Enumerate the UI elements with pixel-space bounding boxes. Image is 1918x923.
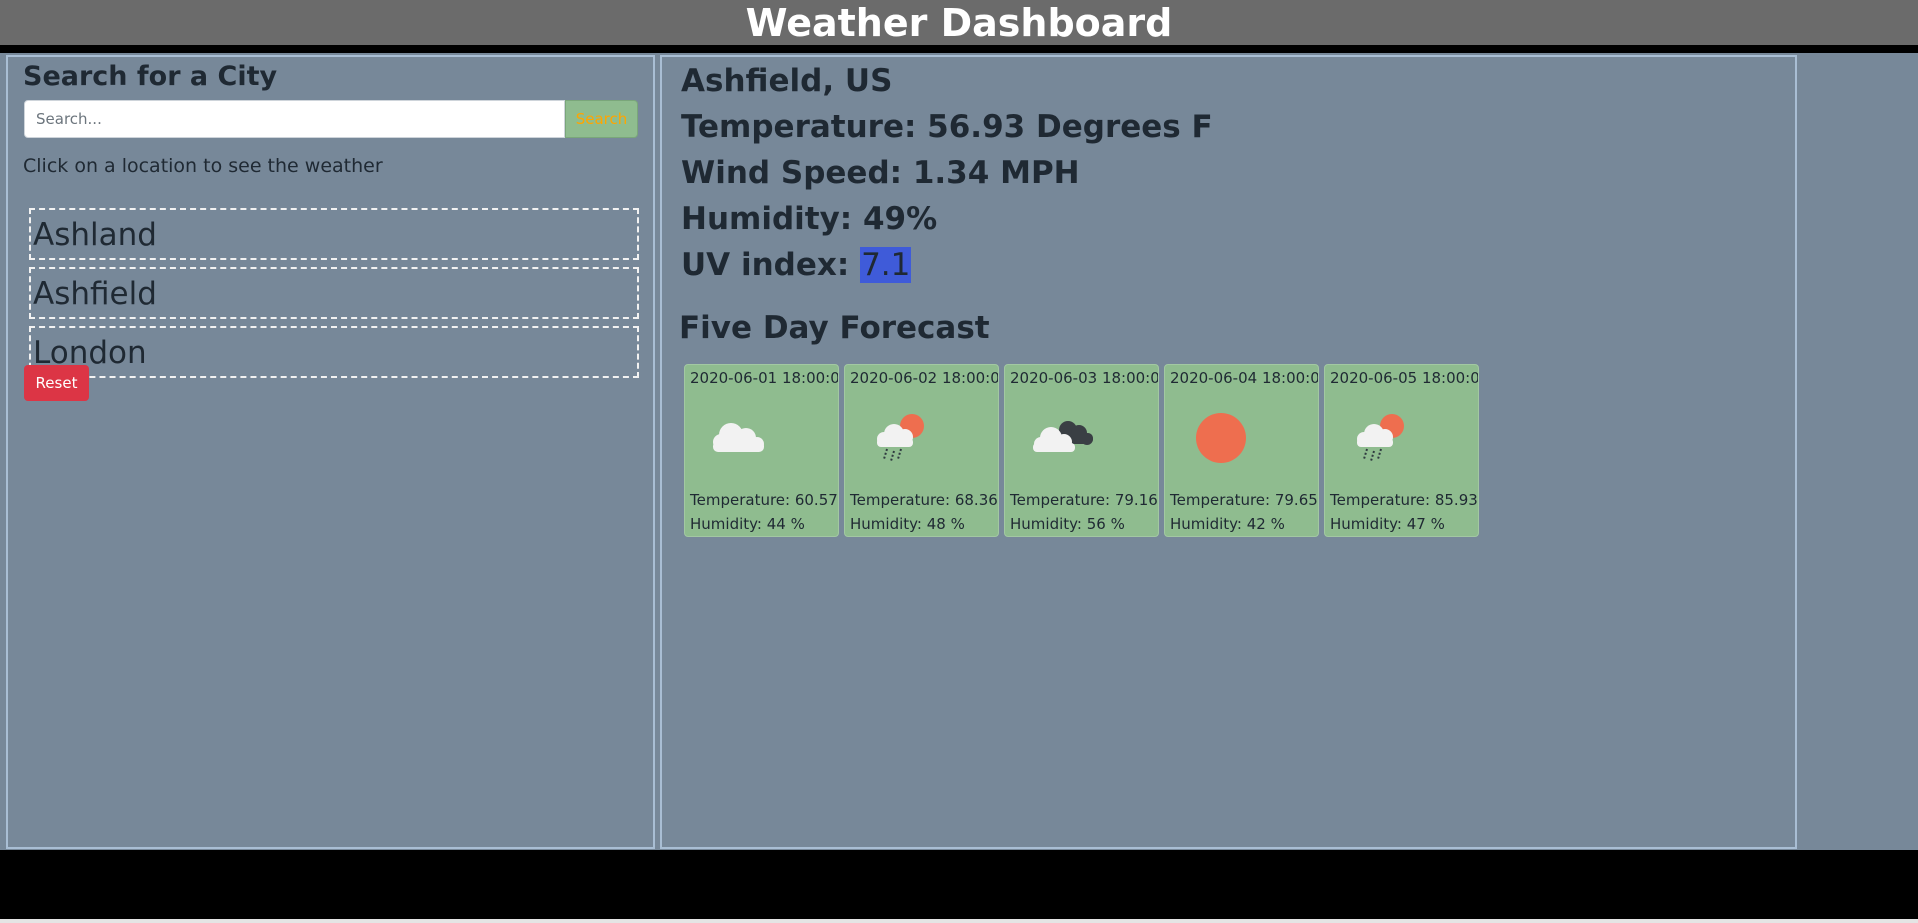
forecast-temperature: Temperature: 68.36 F xyxy=(850,491,999,509)
cloud-icon xyxy=(713,423,764,452)
forecast-humidity: Humidity: 56 % xyxy=(1010,515,1125,533)
search-panel: Search for a City Search Click on a loca… xyxy=(6,55,655,849)
forecast-date: 2020-06-01 18:00:00 xyxy=(690,369,839,387)
forecast-date: 2020-06-02 18:00:00 xyxy=(850,369,999,387)
current-humidity: Humidity: 49% xyxy=(681,201,938,237)
forecast-humidity: Humidity: 44 % xyxy=(690,515,805,533)
bottom-strip xyxy=(0,919,1918,923)
forecast-temperature: Temperature: 85.93 F xyxy=(1330,491,1479,509)
forecast-date: 2020-06-05 18:00:00 xyxy=(1330,369,1479,387)
forecast-title: Five Day Forecast xyxy=(679,310,990,346)
search-button[interactable]: Search xyxy=(565,100,638,138)
forecast-temperature: Temperature: 60.57 F xyxy=(690,491,839,509)
forecast-card: 2020-06-05 18:00:00 Temperature: 85.93 F… xyxy=(1324,364,1479,537)
search-hint: Click on a location to see the weather xyxy=(23,155,383,177)
current-wind-speed: Wind Speed: 1.34 MPH xyxy=(681,155,1080,191)
rain-sun-icon xyxy=(877,414,924,462)
forecast-humidity: Humidity: 48 % xyxy=(850,515,965,533)
broken-clouds-icon xyxy=(1033,421,1093,452)
page-title: Weather Dashboard xyxy=(745,1,1173,45)
rain-sun-icon xyxy=(1357,414,1404,462)
app-header: Weather Dashboard xyxy=(0,0,1918,45)
sun-icon xyxy=(1196,413,1246,463)
forecast-temperature: Temperature: 79.65 F xyxy=(1170,491,1319,509)
history-item-ashfield[interactable]: Ashfield xyxy=(29,267,639,319)
forecast-card: 2020-06-03 18:00:00 Temperature: 79.16 F… xyxy=(1004,364,1159,537)
forecast-card: 2020-06-04 18:00:00 Temperature: 79.65 F… xyxy=(1164,364,1319,537)
forecast-humidity: Humidity: 47 % xyxy=(1330,515,1445,533)
forecast-date: 2020-06-04 18:00:00 xyxy=(1170,369,1319,387)
uv-label: UV index: xyxy=(681,247,861,283)
current-location: Ashfield, US xyxy=(681,63,893,99)
forecast-card: 2020-06-01 18:00:00 Temperature: 60.57 F… xyxy=(684,364,839,537)
search-input[interactable] xyxy=(24,100,565,138)
reset-button[interactable]: Reset xyxy=(24,365,89,401)
forecast-temperature: Temperature: 79.16 F xyxy=(1010,491,1159,509)
uv-value-badge: 7.1 xyxy=(860,247,912,283)
current-temperature: Temperature: 56.93 Degrees F xyxy=(681,109,1213,145)
main-area: Search for a City Search Click on a loca… xyxy=(0,53,1918,850)
forecast-card: 2020-06-02 18:00:00 Temperature: 68.36 F… xyxy=(844,364,999,537)
forecast-date: 2020-06-03 18:00:00 xyxy=(1010,369,1159,387)
history-item-ashland[interactable]: Ashland xyxy=(29,208,639,260)
weather-panel: Ashfield, US Temperature: 56.93 Degrees … xyxy=(660,55,1797,849)
history-item-london[interactable]: London xyxy=(29,326,639,378)
search-title: Search for a City xyxy=(23,61,278,92)
current-uv-index: UV index: 7.1 xyxy=(681,247,912,283)
forecast-humidity: Humidity: 42 % xyxy=(1170,515,1285,533)
